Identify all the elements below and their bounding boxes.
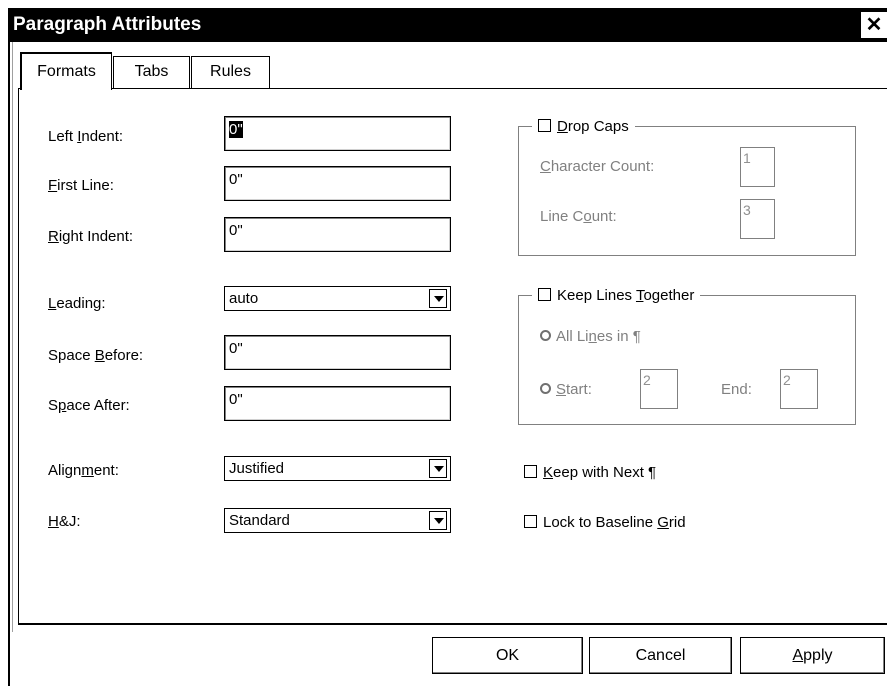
- alignment-label: Alignment:: [48, 462, 119, 479]
- start-radio[interactable]: Start:: [540, 381, 592, 399]
- first-line-field[interactable]: 0": [224, 166, 451, 201]
- hj-dropdown[interactable]: Standard: [224, 508, 451, 533]
- right-indent-label: Right Indent:: [48, 228, 134, 245]
- checkbox-icon[interactable]: [538, 288, 551, 301]
- apply-button[interactable]: Apply: [740, 637, 885, 674]
- character-count-label: Character Count:: [540, 158, 655, 175]
- hj-label: H&J:: [48, 513, 81, 530]
- drop-caps-group: [518, 126, 856, 256]
- space-after-label: Space After:: [48, 397, 130, 414]
- chevron-down-icon[interactable]: [429, 459, 447, 478]
- first-line-label: First Line:: [48, 177, 114, 194]
- tab-formats[interactable]: Formats: [20, 52, 112, 90]
- line-count-label: Line Count:: [540, 208, 617, 225]
- close-icon[interactable]: ✕: [861, 12, 887, 38]
- left-indent-field[interactable]: 0": [224, 116, 451, 151]
- keep-with-next-checkbox[interactable]: Keep with Next ¶: [524, 464, 656, 482]
- tab-rules[interactable]: Rules: [191, 56, 270, 88]
- ok-button[interactable]: OK: [432, 637, 583, 674]
- line-count-field[interactable]: 3: [740, 199, 775, 239]
- lock-to-baseline-grid-checkbox[interactable]: Lock to Baseline Grid: [524, 514, 686, 532]
- space-after-field[interactable]: 0": [224, 386, 451, 421]
- end-field[interactable]: 2: [780, 369, 818, 409]
- tab-formats-label: Formats: [37, 63, 96, 80]
- chevron-down-icon[interactable]: [429, 511, 447, 530]
- end-label: End:: [721, 381, 752, 398]
- radio-icon[interactable]: [540, 330, 551, 341]
- left-indent-label: Left Indent:: [48, 128, 124, 145]
- start-field[interactable]: 2: [640, 369, 678, 409]
- space-before-field[interactable]: 0": [224, 335, 451, 370]
- character-count-field[interactable]: 1: [740, 147, 775, 187]
- tab-tabs-label: Tabs: [134, 63, 169, 80]
- checkbox-icon[interactable]: [524, 465, 537, 478]
- checkbox-icon[interactable]: [538, 119, 551, 132]
- all-lines-radio[interactable]: All Lines in ¶: [540, 328, 641, 346]
- space-before-label: Space Before:: [48, 347, 144, 364]
- alignment-dropdown[interactable]: Justified: [224, 456, 451, 481]
- tab-tabs[interactable]: Tabs: [113, 56, 190, 88]
- drop-caps-checkbox[interactable]: Drop Caps: [532, 118, 635, 136]
- right-indent-field[interactable]: 0": [224, 217, 451, 252]
- title-bar: Paragraph Attributes ✕: [8, 8, 887, 42]
- window-left-border: [8, 42, 10, 686]
- cancel-button[interactable]: Cancel: [589, 637, 732, 674]
- keep-lines-together-checkbox[interactable]: Keep Lines Together: [532, 287, 701, 305]
- radio-icon[interactable]: [540, 383, 551, 394]
- window-left-shadow: [12, 42, 13, 632]
- dialog-title: Paragraph Attributes: [13, 14, 202, 35]
- chevron-down-icon[interactable]: [429, 289, 447, 308]
- tab-rules-label: Rules: [210, 63, 251, 80]
- leading-dropdown[interactable]: auto: [224, 286, 451, 311]
- paragraph-attributes-dialog: Paragraph Attributes ✕ Formats Tabs Rule…: [0, 0, 887, 686]
- checkbox-icon[interactable]: [524, 515, 537, 528]
- leading-label: Leading:: [48, 295, 106, 312]
